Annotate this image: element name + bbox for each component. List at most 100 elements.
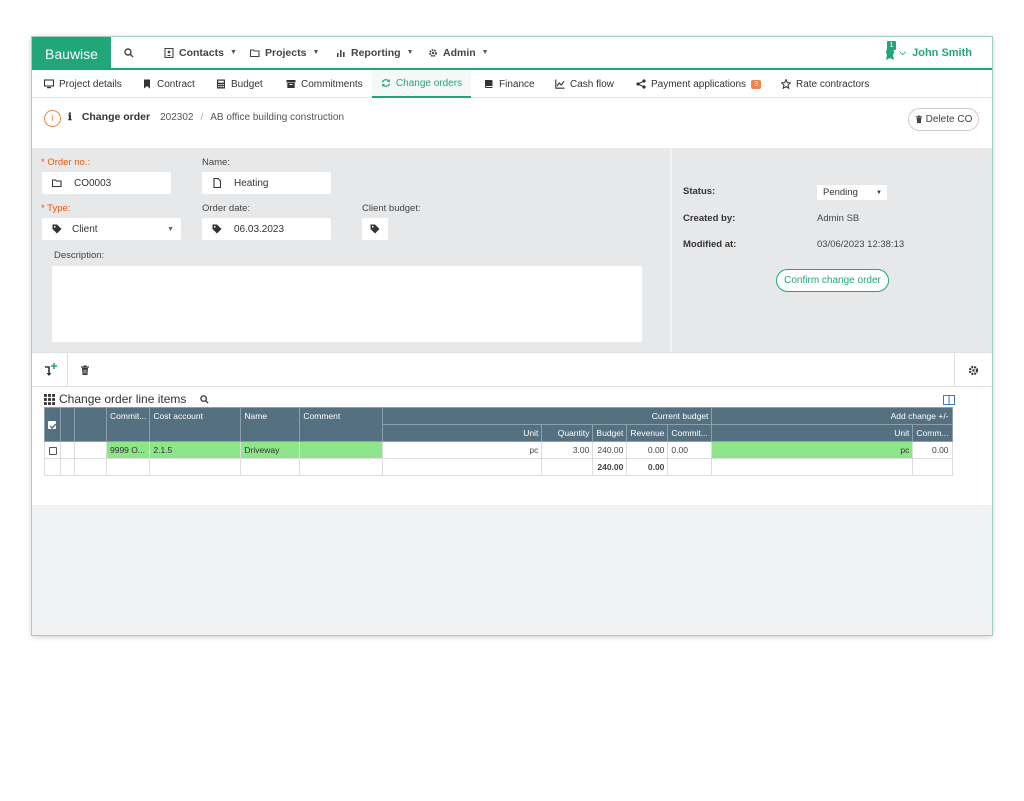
tab-label: Budget bbox=[231, 78, 263, 90]
tab-contract[interactable]: Contract bbox=[142, 70, 195, 98]
add-line-button[interactable] bbox=[33, 353, 67, 387]
header-unit[interactable]: Unit bbox=[382, 424, 543, 442]
delete-co-button[interactable]: Delete CO bbox=[908, 108, 979, 131]
tab-label: Project details bbox=[59, 78, 122, 90]
tab-project-details[interactable]: Project details bbox=[44, 70, 122, 98]
type-label: * Type: bbox=[41, 203, 71, 214]
header-budget[interactable]: Budget bbox=[592, 424, 628, 442]
name-field[interactable]: Heating bbox=[202, 172, 331, 194]
order-date-value: 06.03.2023 bbox=[234, 223, 285, 235]
nav-admin[interactable]: Admin ▼ bbox=[428, 37, 489, 68]
header-commit[interactable]: Commit... bbox=[105, 407, 151, 442]
grid-header: Change order line items bbox=[44, 392, 209, 406]
cell-commit-2[interactable]: 0.00 bbox=[667, 441, 713, 459]
checkbox-icon[interactable] bbox=[48, 446, 57, 455]
table-row[interactable]: 9999 O... 2.1.5 Driveway pc 3.00 240.00 … bbox=[44, 441, 953, 459]
chevron-down-icon: ▼ bbox=[481, 49, 489, 56]
cell-budget[interactable]: 240.00 bbox=[592, 441, 628, 459]
chevron-down-icon: ▼ bbox=[406, 49, 414, 56]
nav-contacts[interactable]: Contacts ▼ bbox=[164, 37, 237, 68]
page-header: i ℹ Change order 202302 / AB office buil… bbox=[32, 98, 992, 148]
project-tabs: Project details Contract Budget Commitme… bbox=[32, 70, 992, 98]
share-icon bbox=[636, 79, 646, 89]
header-cost-account[interactable]: Cost account bbox=[149, 407, 242, 442]
totals-blank bbox=[149, 458, 242, 476]
chevron-down-icon: ▼ bbox=[167, 225, 174, 233]
tab-finance[interactable]: Finance bbox=[484, 70, 535, 98]
nav-admin-label: Admin bbox=[443, 46, 476, 59]
header-quantity[interactable]: Quantity bbox=[541, 424, 594, 442]
totals-blank bbox=[44, 458, 61, 476]
checkbox-checked-icon[interactable] bbox=[48, 421, 57, 430]
tab-change-orders[interactable]: Change orders bbox=[372, 70, 471, 98]
tab-label: Payment applications bbox=[651, 78, 747, 90]
grid-settings-button[interactable] bbox=[956, 353, 990, 387]
nav-projects[interactable]: Projects ▼ bbox=[250, 37, 319, 68]
order-no-field[interactable]: CO0003 bbox=[42, 172, 171, 194]
cell-quantity[interactable]: 3.00 bbox=[541, 441, 594, 459]
cell-comment[interactable] bbox=[299, 441, 384, 459]
select-all-cell[interactable] bbox=[44, 407, 61, 442]
header-group-current-budget: Current budget bbox=[382, 407, 713, 425]
nav-reporting-label: Reporting bbox=[351, 46, 401, 59]
status-select[interactable]: Pending ▼ bbox=[817, 185, 887, 200]
cell-revenue[interactable]: 0.00 bbox=[626, 441, 669, 459]
tab-commitments[interactable]: Commitments bbox=[286, 70, 363, 98]
totals-blank bbox=[240, 458, 301, 476]
header-comm[interactable]: Comm... bbox=[912, 424, 953, 442]
breadcrumb-project-no[interactable]: 202302 bbox=[160, 112, 193, 123]
cell-commit[interactable]: 9999 O... bbox=[105, 441, 151, 459]
nav-contacts-label: Contacts bbox=[179, 46, 224, 59]
client-budget-field[interactable] bbox=[362, 218, 388, 240]
archive-icon bbox=[286, 80, 296, 88]
tag-icon bbox=[370, 224, 380, 234]
cell-unit[interactable]: pc bbox=[382, 441, 543, 459]
tab-cash-flow[interactable]: Cash flow bbox=[555, 70, 614, 98]
row-select-cell[interactable] bbox=[44, 441, 61, 459]
tab-label: Cash flow bbox=[570, 78, 614, 90]
info-circle-icon[interactable]: i bbox=[44, 110, 61, 127]
type-select[interactable]: Client ▼ bbox=[42, 218, 181, 240]
order-date-label: Order date: bbox=[202, 203, 251, 214]
tab-budget[interactable]: Budget bbox=[216, 70, 263, 98]
tag-icon bbox=[212, 224, 222, 234]
columns-icon[interactable] bbox=[943, 395, 955, 405]
cell-cost-account[interactable]: 2.1.5 bbox=[149, 441, 242, 459]
breadcrumb-project-name[interactable]: AB office building construction bbox=[210, 112, 344, 123]
delete-line-button[interactable] bbox=[68, 353, 102, 387]
order-date-field[interactable]: 06.03.2023 bbox=[202, 218, 331, 240]
search-icon[interactable] bbox=[200, 394, 209, 404]
chevron-down-icon: ⌵ bbox=[899, 47, 907, 57]
tab-label: Change orders bbox=[395, 77, 463, 89]
star-icon bbox=[781, 79, 791, 89]
user-menu[interactable]: ⌵ John Smith bbox=[899, 37, 972, 68]
cell-name[interactable]: Driveway bbox=[240, 441, 301, 459]
header-unit-2[interactable]: Unit bbox=[711, 424, 914, 442]
header-commit-2[interactable]: Commit... bbox=[667, 424, 713, 442]
totals-blank bbox=[711, 458, 914, 476]
cell-unit-2[interactable]: pc bbox=[711, 441, 914, 459]
calculator-icon bbox=[217, 79, 225, 89]
created-by-label: Created by: bbox=[683, 213, 736, 224]
chevron-down-icon: ▼ bbox=[312, 49, 320, 56]
nav-projects-label: Projects bbox=[265, 46, 307, 59]
bookmark-icon bbox=[144, 79, 150, 89]
change-order-form: * Order no.: CO0003 Name: Heating * Type… bbox=[32, 148, 670, 352]
tab-rate-contractors[interactable]: Rate contractors bbox=[781, 70, 869, 98]
type-value: Client bbox=[72, 223, 98, 235]
brand-logo[interactable]: Bauwise bbox=[32, 37, 111, 70]
tab-payment-applications[interactable]: Payment applications 3 bbox=[636, 70, 761, 98]
description-textarea[interactable] bbox=[52, 266, 642, 342]
search-button[interactable] bbox=[124, 37, 134, 68]
header-name[interactable]: Name bbox=[240, 407, 301, 442]
nav-reporting[interactable]: Reporting ▼ bbox=[336, 37, 414, 68]
totals-blank bbox=[74, 458, 107, 476]
header-revenue[interactable]: Revenue bbox=[626, 424, 669, 442]
totals-blank bbox=[541, 458, 594, 476]
confirm-change-order-button[interactable]: Confirm change order bbox=[776, 269, 889, 292]
modified-at-label: Modified at: bbox=[683, 239, 737, 250]
cell-comm[interactable]: 0.00 bbox=[912, 441, 953, 459]
payment-applications-badge: 3 bbox=[751, 79, 761, 89]
table-header-row: Commit... Cost account Name Comment Curr… bbox=[44, 407, 953, 442]
header-comment[interactable]: Comment bbox=[299, 407, 384, 442]
